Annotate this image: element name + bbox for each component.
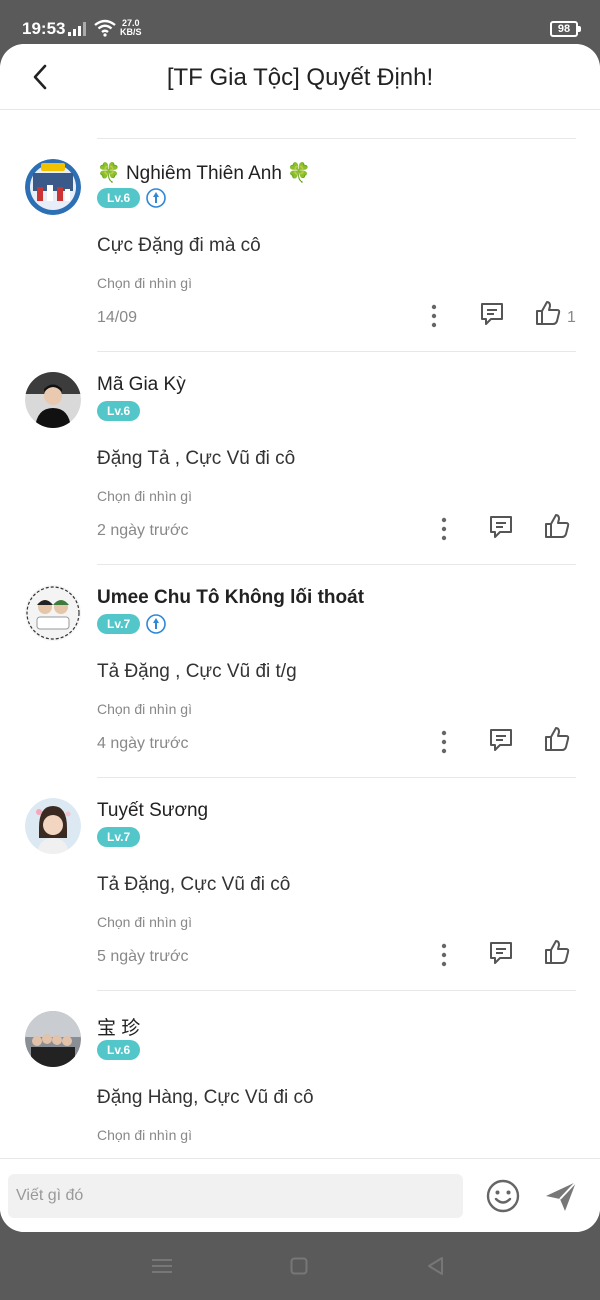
commenter-name[interactable]: Mã Gia Kỳ bbox=[97, 374, 186, 396]
commenter-name-text: Nghiêm Thiên Anh bbox=[125, 163, 282, 184]
thumbs-up-icon[interactable] bbox=[543, 512, 571, 540]
status-bar: 19:53 27.0 KB/S 98 bbox=[0, 0, 600, 46]
commenter-name[interactable]: 🍀 Nghiêm Thiên Anh 🍀 bbox=[97, 161, 311, 185]
comment-time: 14/09 bbox=[97, 309, 138, 326]
comment-item: 宝 珍 Lv.6 Đặng Hàng, Cực Vũ đi cô Chọn đi… bbox=[0, 991, 600, 1158]
status-time: 19:53 bbox=[22, 19, 66, 38]
comment-icon[interactable] bbox=[478, 300, 506, 328]
more-vertical-icon[interactable] bbox=[434, 516, 454, 542]
comment-text: Cực Đặng đi mà cô bbox=[97, 235, 261, 256]
signal-icon bbox=[68, 22, 86, 36]
comment-time: 4 ngày trước bbox=[97, 735, 189, 752]
comment-time: 5 ngày trước bbox=[97, 948, 189, 965]
like-count: 1 bbox=[567, 309, 576, 326]
system-nav-bar bbox=[0, 1232, 600, 1300]
more-vertical-icon[interactable] bbox=[434, 942, 454, 968]
comment-text: Tả Đặng, Cực Vũ đi cô bbox=[97, 874, 291, 895]
clover-emoji: 🍀 bbox=[97, 163, 121, 184]
thumbs-up-icon[interactable] bbox=[543, 938, 571, 966]
comment-item: Mã Gia Kỳ Lv.6 Đặng Tả , Cực Vũ đi cô Ch… bbox=[0, 352, 600, 565]
commenter-name[interactable]: Umee Chu Tô Không lối thoát bbox=[97, 587, 364, 609]
comment-option: Chọn đi nhìn gì bbox=[97, 488, 192, 504]
thumbs-up-icon[interactable] bbox=[543, 725, 571, 753]
level-badge: Lv.6 bbox=[97, 401, 141, 421]
comment-item: Umee Chu Tô Không lối thoát Lv.7 Tả Đặng… bbox=[0, 565, 600, 778]
comment-input[interactable] bbox=[8, 1174, 463, 1218]
battery-indicator: 98 bbox=[550, 21, 581, 37]
network-speed: 27.0 KB/S bbox=[120, 19, 142, 37]
menu-icon[interactable] bbox=[151, 1258, 173, 1274]
comment-input-bar bbox=[0, 1158, 600, 1232]
avatar[interactable] bbox=[25, 1011, 81, 1067]
comment-icon[interactable] bbox=[487, 513, 515, 541]
comment-text: Đặng Tả , Cực Vũ đi cô bbox=[97, 448, 296, 469]
comment-time: 2 ngày trước bbox=[97, 522, 189, 539]
more-vertical-icon[interactable] bbox=[424, 303, 444, 329]
comment-option: Chọn đi nhìn gì bbox=[97, 914, 192, 930]
level-badge: Lv.6 bbox=[97, 188, 141, 208]
comment-option: Chọn đi nhìn gì bbox=[97, 701, 192, 717]
vip-badge-icon bbox=[146, 614, 166, 634]
comment-icon[interactable] bbox=[487, 726, 515, 754]
comments-sheet: [TF Gia Tộc] Quyết Định! 🍀 Nghiêm Thiên … bbox=[0, 44, 600, 1232]
clover-emoji: 🍀 bbox=[287, 163, 311, 184]
home-icon[interactable] bbox=[290, 1257, 308, 1275]
send-icon[interactable] bbox=[543, 1178, 579, 1214]
comment-option: Chọn đi nhìn gì bbox=[97, 1127, 192, 1143]
page-title: [TF Gia Tộc] Quyết Định! bbox=[166, 64, 434, 91]
wifi-icon bbox=[94, 19, 116, 37]
comment-text: Tả Đặng , Cực Vũ đi t/g bbox=[97, 661, 297, 682]
vip-badge-icon bbox=[146, 188, 166, 208]
comment-text: Đặng Hàng, Cực Vũ đi cô bbox=[97, 1087, 314, 1108]
commenter-name[interactable]: 宝 珍 bbox=[97, 1013, 140, 1040]
level-badge: Lv.7 bbox=[97, 614, 141, 634]
avatar[interactable] bbox=[25, 372, 81, 428]
header: [TF Gia Tộc] Quyết Định! bbox=[0, 44, 600, 110]
comment-option: Chọn đi nhìn gì bbox=[97, 275, 192, 291]
network-speed-unit: KB/S bbox=[120, 27, 142, 37]
comment-item: Tuyết Sương Lv.7 Tả Đặng, Cực Vũ đi cô C… bbox=[0, 778, 600, 991]
battery-level: 98 bbox=[557, 23, 571, 35]
comment-feed[interactable]: 🍀 Nghiêm Thiên Anh 🍀 Lv.6 Cực Đặng đi mà… bbox=[0, 110, 600, 1158]
emoji-icon[interactable] bbox=[485, 1178, 521, 1214]
avatar[interactable] bbox=[25, 798, 81, 854]
more-vertical-icon[interactable] bbox=[434, 729, 454, 755]
comment-item: 🍀 Nghiêm Thiên Anh 🍀 Lv.6 Cực Đặng đi mà… bbox=[0, 139, 600, 352]
avatar[interactable] bbox=[25, 159, 81, 215]
comment-icon[interactable] bbox=[487, 939, 515, 967]
level-badge: Lv.7 bbox=[97, 827, 141, 847]
thumbs-up-icon[interactable] bbox=[534, 299, 562, 327]
commenter-name[interactable]: Tuyết Sương bbox=[97, 800, 208, 822]
nav-back-icon[interactable] bbox=[426, 1256, 444, 1276]
avatar[interactable] bbox=[25, 585, 81, 641]
level-badge: Lv.6 bbox=[97, 1040, 141, 1060]
